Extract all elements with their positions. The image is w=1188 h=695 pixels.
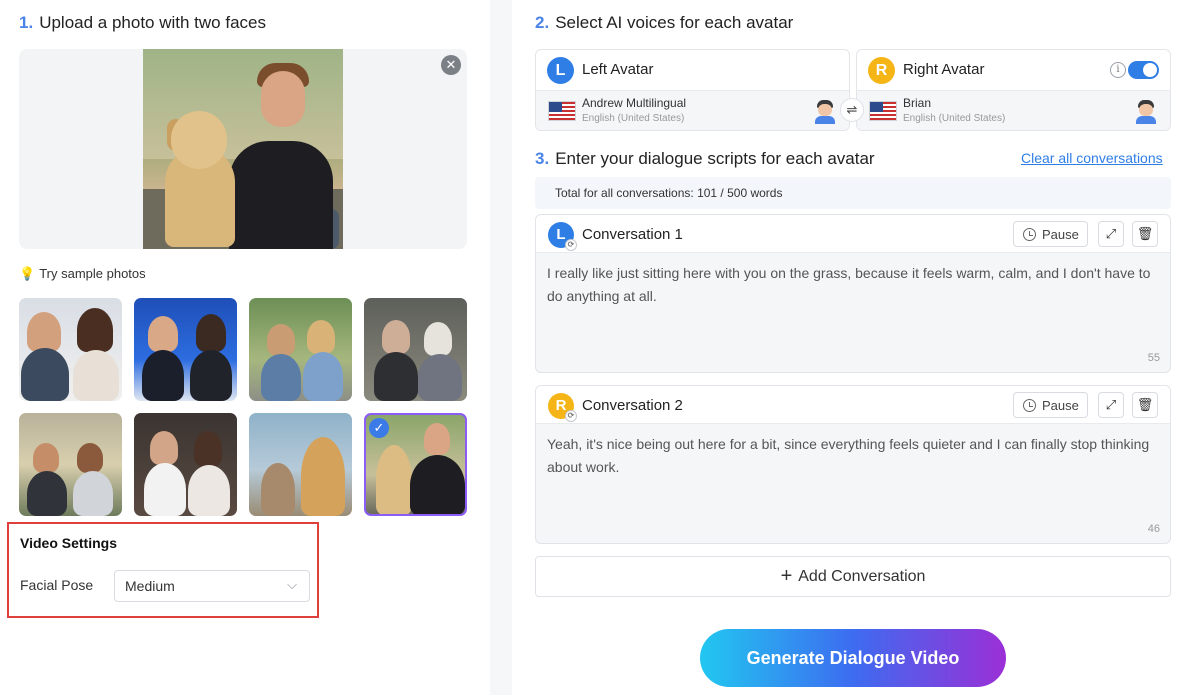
video-settings-title: Video Settings xyxy=(20,535,117,551)
sample-photo-couple-news[interactable] xyxy=(19,298,122,401)
try-sample-text: Try sample photos xyxy=(39,266,146,281)
generate-dialogue-video-button[interactable]: Generate Dialogue Video xyxy=(700,629,1006,687)
right-avatar-name: Right Avatar xyxy=(903,61,985,78)
add-conversation-label: Add Conversation xyxy=(798,568,926,585)
left-avatar-badge: L xyxy=(547,57,574,84)
video-settings-section: Video Settings Facial Pose Medium ⌵ xyxy=(7,522,319,618)
conversation-1-badge-letter: L xyxy=(556,226,566,243)
conversation-2-char-count: 46 xyxy=(1147,523,1160,535)
right-voice-name: Brian xyxy=(903,96,932,110)
swap-voices-button[interactable]: ⇌ xyxy=(840,98,864,122)
conversation-1-textarea[interactable]: I really like just sitting here with you… xyxy=(547,262,1157,308)
step2-title: 2. Select AI voices for each avatar xyxy=(535,13,793,33)
conversation-1-delete-button[interactable]: 🗑 xyxy=(1132,221,1158,247)
sync-icon: ⟳ xyxy=(565,239,577,251)
right-avatar-card[interactable]: R Right Avatar i Brian English (United S… xyxy=(856,49,1171,131)
selected-check-icon: ✓ xyxy=(369,418,389,438)
left-avatar-card[interactable]: L Left Avatar Andrew Multilingual Englis… xyxy=(535,49,850,131)
left-panel: 1. Upload a photo with two faces ✕ 💡 Try s… xyxy=(0,0,490,695)
close-icon: ✕ xyxy=(445,57,457,72)
trash-icon: 🗑 xyxy=(1136,226,1154,241)
left-voice-name: Andrew Multilingual xyxy=(582,96,687,110)
conversation-card-2: R ⟳ Conversation 2 Pause ⤢ 🗑 Yeah, it's … xyxy=(535,385,1171,544)
pause-label: Pause xyxy=(1042,227,1079,242)
conversation-2-speaker-badge[interactable]: R ⟳ xyxy=(548,393,577,422)
clock-icon xyxy=(1023,399,1036,412)
clock-icon xyxy=(1023,228,1036,241)
step3-label: Enter your dialogue scripts for each ava… xyxy=(555,149,875,168)
lightbulb-icon: 💡 xyxy=(19,266,36,281)
remove-photo-button[interactable]: ✕ xyxy=(441,55,461,75)
conversation-1-char-count: 55 xyxy=(1147,352,1160,364)
add-conversation-button[interactable]: + Add Conversation xyxy=(535,556,1171,597)
sample-photo-elderly-couple[interactable] xyxy=(364,298,467,401)
uploaded-photo xyxy=(143,49,343,249)
conversation-2-badge-letter: R xyxy=(555,397,567,414)
plus-icon: + xyxy=(780,565,793,587)
expand-icon: ⤢ xyxy=(1105,397,1117,412)
sample-photo-formal-couple[interactable] xyxy=(134,413,237,516)
left-voice-selector[interactable]: Andrew Multilingual English (United Stat… xyxy=(536,90,849,130)
step1-label: Upload a photo with two faces xyxy=(39,13,266,32)
try-sample-label: 💡 Try sample photos xyxy=(19,266,146,282)
facial-pose-label: Facial Pose xyxy=(20,577,94,593)
conversation-2-title: Conversation 2 xyxy=(582,397,683,414)
step2-label: Select AI voices for each avatar xyxy=(555,13,794,32)
conversation-2-pause-button[interactable]: Pause xyxy=(1013,392,1088,418)
expand-icon: ⤢ xyxy=(1105,226,1117,241)
voice-avatar-icon xyxy=(1136,100,1156,124)
sample-photo-man-and-dog[interactable]: ✓ xyxy=(364,413,467,516)
conversation-1-title: Conversation 1 xyxy=(582,226,683,243)
panel-divider xyxy=(490,0,512,695)
conversation-2-delete-button[interactable]: 🗑 xyxy=(1132,392,1158,418)
left-voice-language: English (United States) xyxy=(582,113,685,124)
us-flag-icon xyxy=(548,101,576,121)
us-flag-icon xyxy=(869,101,897,121)
conversation-1-expand-button[interactable]: ⤢ xyxy=(1098,221,1124,247)
pause-label: Pause xyxy=(1042,398,1079,413)
step2-number: 2. xyxy=(535,13,550,32)
sample-photo-news-anchors[interactable] xyxy=(134,298,237,401)
voice-avatar-icon xyxy=(815,100,835,124)
conversation-1-speaker-badge[interactable]: L ⟳ xyxy=(548,222,577,251)
sample-photo-camping-couple[interactable] xyxy=(19,413,122,516)
step3-number: 3. xyxy=(535,149,550,168)
right-voice-selector[interactable]: Brian English (United States) xyxy=(857,90,1170,130)
right-avatar-badge: R xyxy=(868,57,895,84)
right-voice-language: English (United States) xyxy=(903,113,1006,124)
word-count-total: Total for all conversations: 101 / 500 w… xyxy=(535,177,1171,209)
swap-icon: ⇌ xyxy=(846,102,858,117)
trash-icon: 🗑 xyxy=(1136,397,1154,412)
conversation-1-pause-button[interactable]: Pause xyxy=(1013,221,1088,247)
step3-title: 3. Enter your dialogue scripts for each a… xyxy=(535,149,875,169)
conversation-card-1: L ⟳ Conversation 1 Pause ⤢ 🗑 I really li… xyxy=(535,214,1171,373)
step1-title: 1. Upload a photo with two faces xyxy=(19,13,266,33)
conversation-2-textarea[interactable]: Yeah, it's nice being out here for a bit… xyxy=(547,433,1157,479)
right-avatar-toggle[interactable] xyxy=(1128,61,1159,79)
sample-photo-cat-and-dog[interactable] xyxy=(249,413,352,516)
chevron-down-icon: ⌵ xyxy=(287,577,297,592)
clear-all-conversations-link[interactable]: Clear all conversations xyxy=(1021,150,1163,166)
left-avatar-name: Left Avatar xyxy=(582,61,654,78)
conversation-2-expand-button[interactable]: ⤢ xyxy=(1098,392,1124,418)
step1-number: 1. xyxy=(19,13,34,32)
info-icon[interactable]: i xyxy=(1110,62,1126,78)
facial-pose-select[interactable]: Medium ⌵ xyxy=(114,570,310,602)
facial-pose-value: Medium xyxy=(125,578,175,594)
sample-photo-kids[interactable] xyxy=(249,298,352,401)
sync-icon: ⟳ xyxy=(565,410,577,422)
upload-area[interactable] xyxy=(19,49,467,249)
